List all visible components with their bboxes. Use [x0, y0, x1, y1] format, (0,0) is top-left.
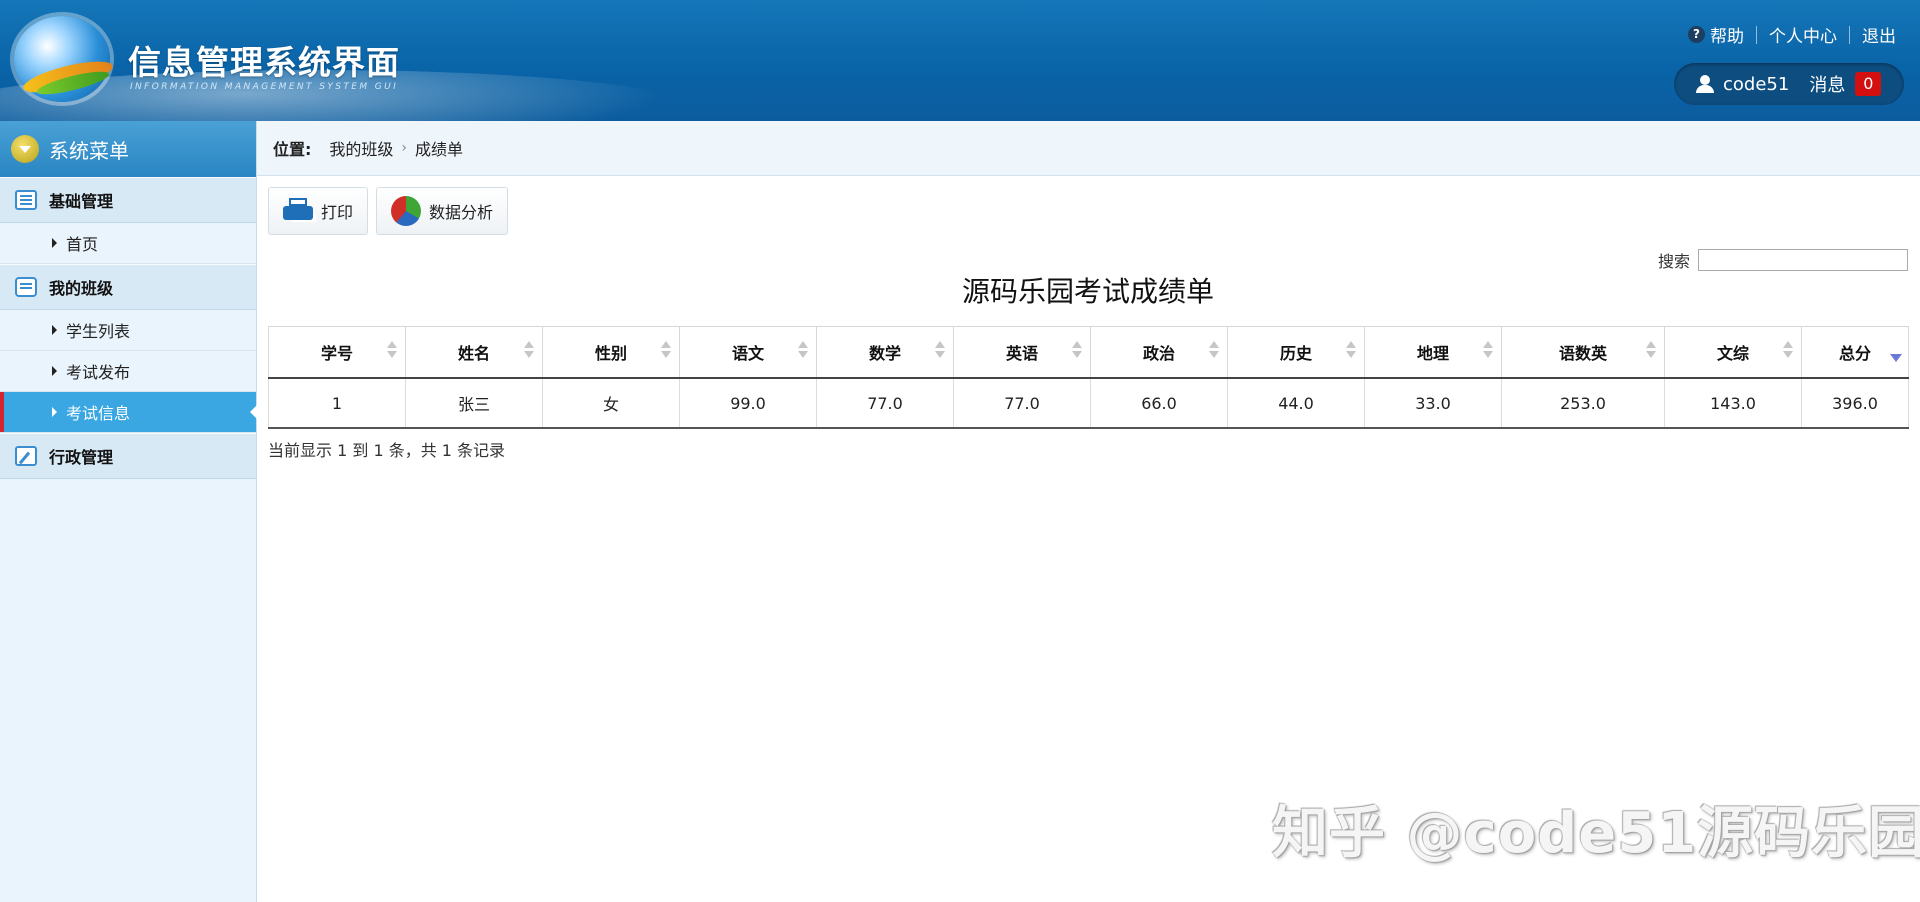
- column-header[interactable]: 总分: [1801, 326, 1909, 379]
- table-cell: 143.0: [1664, 377, 1802, 429]
- link-divider: [1849, 25, 1850, 44]
- breadcrumb: 位置: 我的班级 › 成绩单: [257, 121, 1920, 176]
- sort-icon[interactable]: [1646, 341, 1656, 361]
- username[interactable]: code51: [1723, 74, 1789, 95]
- pie-chart-icon: [391, 196, 422, 226]
- messages-link[interactable]: 消息: [1809, 71, 1845, 97]
- sidebar-item-label: 首页: [66, 235, 99, 254]
- column-header[interactable]: 地理: [1364, 326, 1502, 379]
- column-header[interactable]: 语文: [679, 326, 817, 379]
- table-cell: 99.0: [679, 377, 817, 429]
- sidebar-item-home[interactable]: 首页: [0, 223, 256, 264]
- search-bar: 搜索: [1658, 248, 1908, 272]
- user-panel: code51 消息 0: [1674, 63, 1904, 105]
- messages-count-badge[interactable]: 0: [1855, 72, 1882, 96]
- column-header[interactable]: 政治: [1090, 326, 1228, 379]
- sidebar: 系统菜单 基础管理 首页 我的班级 学生列表 考试发布 考试信息 行政管理: [0, 121, 257, 902]
- logout-link[interactable]: 退出: [1862, 22, 1896, 47]
- caret-right-icon: [52, 325, 57, 335]
- sidebar-header[interactable]: 系统菜单: [0, 121, 256, 177]
- printer-icon: [283, 198, 313, 224]
- sidebar-group-label: 我的班级: [49, 279, 114, 298]
- app-subtitle: INFORMATION MANAGEMENT SYSTEM GUI: [130, 82, 399, 92]
- column-header[interactable]: 英语: [953, 326, 1091, 379]
- sort-icon[interactable]: [1072, 341, 1082, 361]
- toolbar: 打印 数据分析: [268, 187, 516, 235]
- column-header[interactable]: 文综: [1664, 326, 1802, 379]
- column-header[interactable]: 历史: [1227, 326, 1365, 379]
- sidebar-group-basic[interactable]: 基础管理: [0, 177, 256, 223]
- sidebar-item-label: 考试发布: [66, 363, 131, 382]
- sort-icon[interactable]: [387, 341, 397, 361]
- sort-icon[interactable]: [661, 341, 671, 361]
- data-analysis-button[interactable]: 数据分析: [376, 187, 509, 235]
- table-cell: 77.0: [816, 377, 954, 429]
- globe-logo-icon: [14, 16, 116, 102]
- sidebar-item-exam-publish[interactable]: 考试发布: [0, 351, 256, 392]
- chat-icon: [15, 277, 37, 297]
- caret-right-icon: [52, 366, 57, 376]
- column-header[interactable]: 性别: [542, 326, 680, 379]
- breadcrumb-item: 成绩单: [415, 140, 464, 159]
- app-header: 信息管理系统界面 INFORMATION MANAGEMENT SYSTEM G…: [0, 0, 1920, 121]
- column-header[interactable]: 学号: [268, 326, 406, 379]
- caret-right-icon: [52, 238, 57, 248]
- sort-icon[interactable]: [1209, 341, 1219, 361]
- column-header[interactable]: 数学: [816, 326, 954, 379]
- sidebar-group-my-class[interactable]: 我的班级: [0, 264, 256, 310]
- sort-icon[interactable]: [798, 341, 808, 361]
- column-header[interactable]: 姓名: [405, 326, 543, 379]
- list-icon: [15, 190, 37, 210]
- menu-toggle-icon[interactable]: [11, 135, 39, 163]
- top-links: ? 帮助 个人中心 退出: [1688, 22, 1896, 47]
- data-analysis-label: 数据分析: [429, 203, 494, 222]
- sidebar-item-label: 学生列表: [66, 322, 131, 341]
- table-cell: 66.0: [1090, 377, 1228, 429]
- table-row[interactable]: 1 张三 女 99.0 77.0 77.0 66.0 44.0 33.0 253…: [268, 377, 1909, 429]
- table-cell: 396.0: [1801, 377, 1909, 429]
- chevron-right-icon: ›: [401, 140, 408, 156]
- pagination-info: 当前显示 1 到 1 条，共 1 条记录: [268, 441, 506, 460]
- breadcrumb-item[interactable]: 我的班级: [329, 136, 393, 160]
- sidebar-item-label: 考试信息: [66, 404, 131, 423]
- profile-link[interactable]: 个人中心: [1769, 22, 1837, 47]
- caret-right-icon: [52, 407, 57, 417]
- table-cell: 1: [268, 377, 406, 429]
- print-button[interactable]: 打印: [268, 187, 369, 235]
- link-divider: [1756, 25, 1757, 44]
- edit-icon: [15, 446, 37, 466]
- sort-icon[interactable]: [1346, 341, 1356, 361]
- watermark: 知乎 @code51源码乐园: [1272, 801, 1920, 866]
- table-cell: 张三: [405, 377, 543, 429]
- sort-icon[interactable]: [524, 341, 534, 361]
- table-cell: 44.0: [1227, 377, 1365, 429]
- table-cell: 33.0: [1364, 377, 1502, 429]
- sidebar-item-student-list[interactable]: 学生列表: [0, 310, 256, 351]
- search-input[interactable]: [1698, 249, 1908, 271]
- column-header[interactable]: 语数英: [1501, 326, 1665, 379]
- sidebar-group-label: 行政管理: [49, 448, 114, 467]
- search-label: 搜索: [1657, 252, 1690, 271]
- report-title: 源码乐园考试成绩单: [961, 275, 1214, 308]
- sort-icon[interactable]: [1483, 341, 1493, 361]
- help-link[interactable]: 帮助: [1710, 22, 1744, 47]
- sidebar-item-exam-info[interactable]: 考试信息: [0, 392, 257, 433]
- table-cell: 253.0: [1501, 377, 1665, 429]
- breadcrumb-label: 位置:: [273, 140, 312, 159]
- sidebar-title: 系统菜单: [49, 138, 129, 163]
- sidebar-group-label: 基础管理: [49, 192, 114, 211]
- grade-table: 学号 姓名 性别 语文 数学 英语 政治 历史 地理 语数英 文综 总分 1 张…: [268, 326, 1909, 429]
- table-header-row: 学号 姓名 性别 语文 数学 英语 政治 历史 地理 语数英 文综 总分: [268, 326, 1909, 379]
- print-button-label: 打印: [321, 203, 354, 222]
- help-icon[interactable]: ?: [1688, 26, 1705, 43]
- table-cell: 女: [542, 377, 680, 429]
- sidebar-group-admin[interactable]: 行政管理: [0, 433, 256, 479]
- sort-desc-icon[interactable]: [1890, 354, 1902, 362]
- sort-icon[interactable]: [935, 341, 945, 361]
- table-cell: 77.0: [953, 377, 1091, 429]
- sort-icon[interactable]: [1783, 341, 1793, 361]
- user-icon: [1696, 75, 1714, 93]
- app-title: 信息管理系统界面: [128, 43, 400, 82]
